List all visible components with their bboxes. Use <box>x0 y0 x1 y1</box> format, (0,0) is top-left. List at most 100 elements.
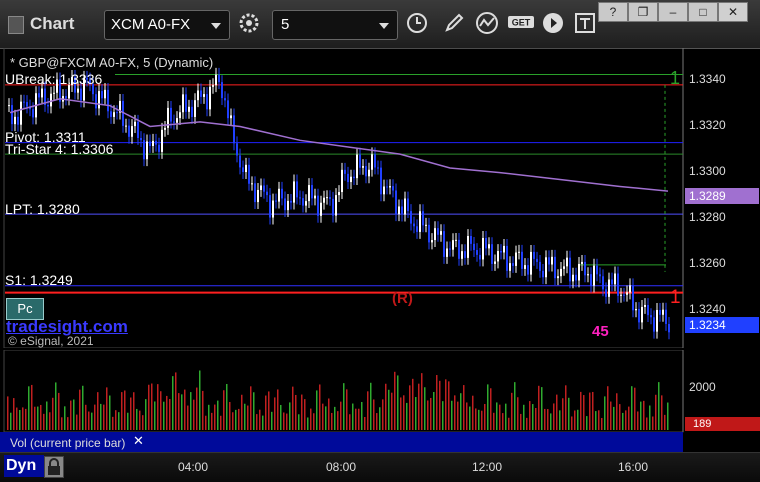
volume-bar <box>250 386 252 430</box>
candle-body <box>620 294 622 296</box>
volume-bar <box>406 402 408 430</box>
candle-body <box>17 116 19 125</box>
candle-body <box>14 116 16 125</box>
volume-bar <box>379 407 381 430</box>
candle-body <box>269 195 271 218</box>
volume-bar <box>502 413 504 430</box>
get-icon[interactable]: GET <box>506 11 536 37</box>
volume-bar <box>316 390 318 430</box>
volume-bar <box>511 392 513 430</box>
volume-bar <box>664 414 666 430</box>
minimize-button[interactable]: – <box>658 2 688 22</box>
candle-body <box>182 94 184 113</box>
candle-body <box>404 198 406 215</box>
restore-button[interactable]: ❐ <box>628 2 658 22</box>
candle-body <box>260 185 262 190</box>
close-button[interactable]: ✕ <box>718 2 748 22</box>
maximize-button[interactable]: □ <box>688 2 718 22</box>
volume-bar <box>10 412 12 430</box>
volume-bar <box>388 389 390 430</box>
volume-bar <box>325 406 327 430</box>
chevron-down-icon[interactable] <box>379 23 389 29</box>
lock-icon[interactable] <box>44 456 64 478</box>
volume-bar <box>622 412 624 430</box>
volume-chart[interactable] <box>0 350 760 434</box>
volume-bar <box>598 410 600 430</box>
candle-body <box>527 265 529 275</box>
volume-bar <box>160 391 162 430</box>
candle-body <box>140 137 142 141</box>
candle-body <box>602 276 604 290</box>
volume-bar <box>76 414 78 430</box>
study-icon[interactable] <box>474 11 500 37</box>
volume-bar <box>103 404 105 430</box>
signal-one-top: 1 <box>670 68 681 88</box>
volume-label: Vol (current price bar) <box>10 436 126 450</box>
signal-r-label: (R) <box>392 290 413 307</box>
volume-bar <box>166 395 168 430</box>
volume-bar <box>340 401 342 430</box>
volume-bar <box>556 394 558 430</box>
text-tool-icon[interactable] <box>572 11 598 37</box>
candle-body <box>215 74 217 86</box>
candle-body <box>467 235 469 258</box>
candle-body <box>509 263 511 271</box>
volume-bar <box>202 390 204 430</box>
volume-bar <box>7 396 9 430</box>
volume-bar <box>88 411 90 430</box>
candle-body <box>104 89 106 99</box>
volume-bar <box>487 384 489 430</box>
volume-bar <box>409 385 411 430</box>
volume-close-icon[interactable]: ✕ <box>133 433 144 449</box>
candle-body <box>350 176 352 183</box>
volume-last-badge: 189 <box>685 417 760 431</box>
volume-bar <box>517 397 519 430</box>
candle-body <box>662 309 664 315</box>
interval-input[interactable]: 5 <box>272 10 398 40</box>
chevron-down-icon[interactable] <box>211 23 221 29</box>
gear-icon[interactable] <box>236 11 262 37</box>
candle-body <box>332 198 334 216</box>
volume-bar <box>307 417 309 430</box>
candle-body <box>461 251 463 259</box>
play-icon[interactable] <box>540 11 566 37</box>
candle-body <box>68 85 70 99</box>
volume-bar <box>40 404 42 430</box>
volume-bar <box>667 402 669 430</box>
candle-body <box>515 252 517 266</box>
price-chart[interactable] <box>0 48 760 348</box>
candle-body <box>155 140 157 145</box>
candle-body <box>512 263 514 266</box>
candle-body <box>617 273 619 296</box>
candle-body <box>446 248 448 257</box>
volume-bar <box>163 401 165 430</box>
candle-body <box>308 185 310 202</box>
volume-bar <box>55 382 57 430</box>
volume-bar <box>310 408 312 430</box>
volume-bar <box>607 386 609 430</box>
candle-body <box>266 191 268 196</box>
dynamic-button[interactable]: Dyn <box>4 455 44 477</box>
volume-bar <box>304 399 306 430</box>
volume-bar <box>64 406 66 430</box>
candle-body <box>236 143 238 156</box>
volume-bar <box>127 412 129 430</box>
symbol-input[interactable]: XCM A0-FX <box>104 10 230 40</box>
clock-icon[interactable] <box>404 11 430 37</box>
pencil-icon[interactable] <box>441 11 467 37</box>
help-button[interactable]: ? <box>598 2 628 22</box>
level-label-ubreak: UBreak: 1.3336 <box>5 71 103 87</box>
volume-bar <box>523 404 525 430</box>
volume-bar <box>658 382 660 430</box>
volume-bar <box>82 385 84 430</box>
volume-bar <box>319 384 321 430</box>
candle-body <box>443 231 445 257</box>
candle-body <box>458 239 460 259</box>
volume-bar <box>238 408 240 430</box>
candle-body <box>521 251 523 269</box>
volume-bar <box>586 416 588 430</box>
volume-bar <box>169 399 171 430</box>
candle-body <box>230 115 232 119</box>
volume-bar <box>37 406 39 430</box>
candle-body <box>638 308 640 323</box>
